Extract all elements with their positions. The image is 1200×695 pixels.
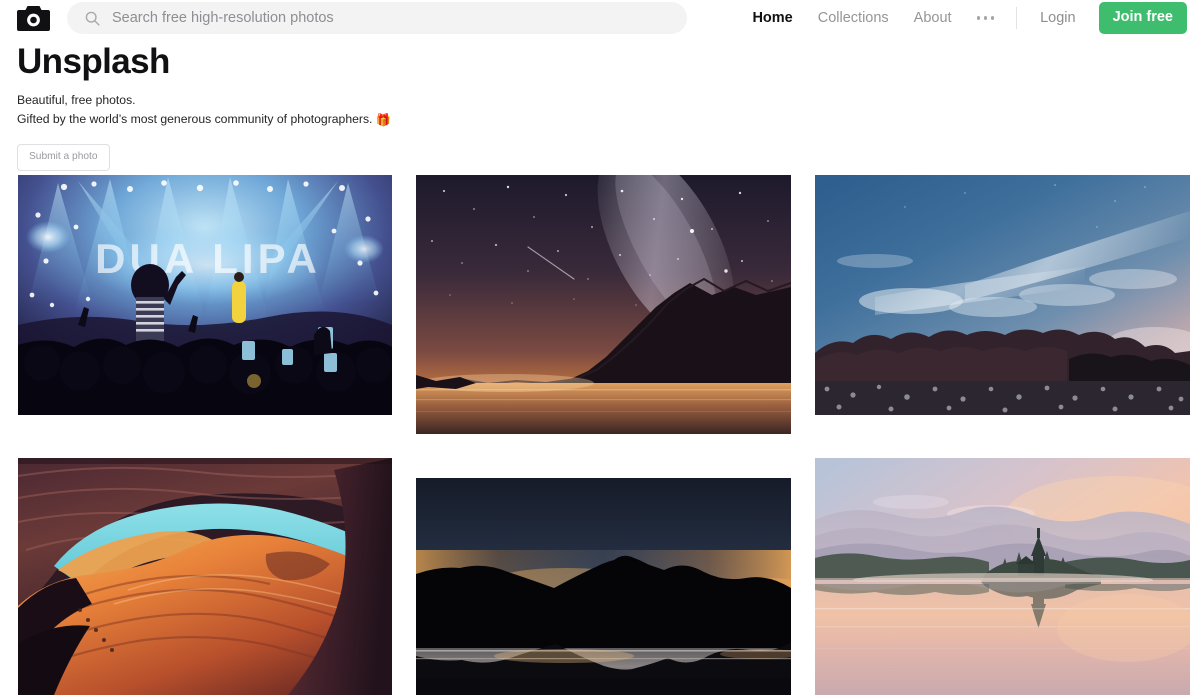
- site-header: Home Collections About Login Join free: [0, 0, 1200, 36]
- photo-image: [18, 458, 392, 695]
- nav-link-home[interactable]: Home: [752, 11, 792, 26]
- login-link[interactable]: Login: [1040, 11, 1075, 26]
- hero-subtitle-line-2: Gifted by the world’s most generous comm…: [17, 111, 373, 126]
- photo-grid: DUA LIPA: [18, 175, 1200, 695]
- join-free-button[interactable]: Join free: [1098, 2, 1187, 34]
- photo-image: [815, 458, 1190, 695]
- gift-icon: 🎁: [375, 112, 391, 127]
- search-bar[interactable]: [67, 2, 687, 34]
- main-nav: Home Collections About Login Join free: [752, 0, 1187, 36]
- nav-divider: [1016, 7, 1018, 29]
- hero-subtitle-line-2-wrap: Gifted by the world’s most generous comm…: [17, 110, 1200, 130]
- page-title: Unsplash: [17, 42, 170, 81]
- svg-text:DUA LIPA: DUA LIPA: [95, 235, 321, 282]
- photo-image: DUA LIPA: [18, 175, 392, 415]
- hero-subtitle-line-1: Beautiful, free photos.: [17, 93, 136, 108]
- ellipsis-icon[interactable]: [976, 10, 995, 26]
- ellipsis-dot: [990, 16, 995, 20]
- nav-link-collections[interactable]: Collections: [818, 11, 889, 26]
- photo-image: [416, 175, 791, 434]
- camera-icon[interactable]: [17, 5, 50, 31]
- photo-concert-stage-dua-lipa[interactable]: DUA LIPA: [18, 175, 392, 415]
- submit-a-photo-button[interactable]: Submit a photo: [17, 144, 110, 171]
- hero-subtitle: Beautiful, free photos. Gifted by the wo…: [17, 91, 1200, 129]
- photo-blue-twilight-treeline[interactable]: [815, 175, 1190, 415]
- photo-image: [416, 478, 791, 695]
- photo-image: [815, 175, 1190, 415]
- photo-antelope-slot-canyon[interactable]: [18, 458, 392, 695]
- photo-milky-way-over-lake[interactable]: [416, 175, 791, 434]
- nav-link-about[interactable]: About: [914, 11, 952, 26]
- photo-mountain-silhouette-dusk[interactable]: [416, 478, 791, 695]
- ellipsis-dot: [976, 16, 981, 20]
- photo-lake-bled-sunrise[interactable]: [815, 458, 1190, 695]
- search-icon: [85, 11, 100, 26]
- search-input[interactable]: [112, 2, 687, 34]
- ellipsis-dot: [983, 16, 988, 20]
- hero-section: Unsplash Beautiful, free photos. Gifted …: [0, 36, 1200, 171]
